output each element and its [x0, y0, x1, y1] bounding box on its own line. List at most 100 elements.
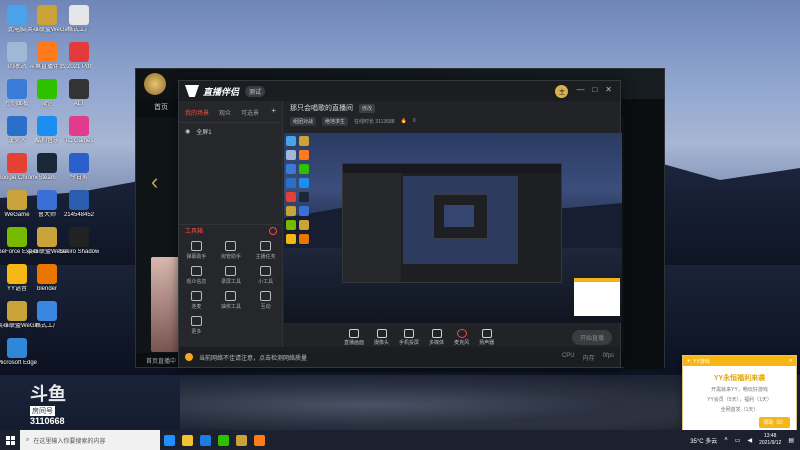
game-chip[interactable]: 绝地求生: [322, 116, 349, 126]
tab-audience[interactable]: 观众: [219, 108, 231, 117]
source-control-button[interactable]: 摄像头: [374, 328, 389, 346]
status-text[interactable]: 当前网络不佳请注意，点击检测网络质量: [199, 353, 307, 362]
category-chip[interactable]: 组团对战: [290, 116, 317, 126]
desktop-icons-column-3: 格式工厂 2021 Pdf ALT TC Games 今日剪 214548452 Sekir…: [59, 5, 99, 256]
chevron-left-icon[interactable]: ‹: [151, 169, 158, 195]
add-scene-icon[interactable]: +: [271, 107, 276, 117]
taskbar-app[interactable]: [250, 430, 268, 450]
notification-center-icon[interactable]: ▤: [788, 437, 794, 444]
start-live-button[interactable]: 开始直播: [571, 329, 612, 345]
yy-icon: [7, 264, 27, 284]
yy-notification-popup[interactable]: ● YY游戏 ✕ YY永恒福利来袭 开黑就来YY，畅玩好游戏 YY会员（5天），…: [682, 355, 797, 435]
desktop-icon[interactable]: 214548452: [62, 190, 96, 219]
lol-icon: [37, 227, 57, 247]
close-icon[interactable]: ✕: [789, 358, 796, 364]
network-icon[interactable]: ▭: [735, 437, 741, 444]
desktop-icon[interactable]: 格式工厂: [62, 5, 96, 34]
desktop-icon[interactable]: WeGame: [0, 190, 34, 219]
tool-item[interactable]: 录屏工具: [214, 266, 249, 285]
taskbar-app[interactable]: [232, 430, 250, 450]
desktop-icon[interactable]: 逢火人: [0, 116, 34, 145]
tool-item[interactable]: 房管助手: [214, 241, 249, 260]
fps-label: 0fps: [602, 352, 614, 359]
app-logo: 直播伴侣: [185, 85, 239, 98]
start-button[interactable]: [0, 435, 20, 445]
volume-icon[interactable]: ◀: [747, 437, 752, 444]
desktop-icon[interactable]: ALT: [62, 79, 96, 108]
stream-preview[interactable]: [284, 133, 622, 323]
toolbox-header: 工具箱: [179, 224, 283, 236]
desktop-icon[interactable]: 控制面板: [0, 79, 34, 108]
source-control-button[interactable]: 直播画面: [344, 328, 364, 346]
minimize-button[interactable]: —: [576, 85, 584, 98]
desktop-icon[interactable]: 格式工厂: [30, 301, 64, 330]
close-button[interactable]: ✕: [605, 85, 612, 98]
desktop-icon[interactable]: 鲁大师: [30, 190, 64, 219]
tool-icon: [190, 291, 202, 301]
avatar[interactable]: 主: [555, 84, 569, 98]
toolbox-toggle-icon[interactable]: [269, 226, 277, 235]
desktop-icon[interactable]: 斗鱼直播伴侣: [29, 42, 65, 71]
window-controls: 主 — □ ✕: [555, 84, 620, 98]
tool-item[interactable]: 弹幕助手: [179, 241, 214, 260]
tool-item[interactable]: 连麦: [179, 291, 214, 310]
tool-item[interactable]: 抽奖工具: [214, 291, 249, 310]
source-control-button[interactable]: 麦克风: [454, 328, 469, 346]
tool-item[interactable]: 主播任务: [248, 241, 283, 260]
windows-logo-icon: [5, 435, 15, 445]
watermark-room-number: 3110668: [30, 416, 65, 426]
wegame-icon: [7, 190, 27, 210]
tool-item[interactable]: 观众信息: [179, 266, 214, 285]
source-control-button[interactable]: 手机投屏: [399, 328, 419, 346]
maximize-button[interactable]: □: [592, 85, 597, 98]
tool-icon: [225, 241, 237, 251]
taskbar-app[interactable]: [214, 430, 232, 450]
desktop-icon[interactable]: blender: [30, 264, 64, 293]
clock[interactable]: 13:48 2021/9/12: [759, 433, 781, 447]
lol-icon: [235, 434, 247, 446]
taskbar-search[interactable]: ⌕ 在这里输入你要搜索的内容: [20, 430, 160, 450]
taskbar-app[interactable]: [196, 430, 214, 450]
tab-optional[interactable]: 可选景: [241, 108, 259, 117]
weather-text[interactable]: 35°C 多云: [690, 436, 717, 445]
chevron-up-icon[interactable]: ˄: [724, 437, 728, 443]
control-panel-icon: [7, 79, 27, 99]
taskbar-app[interactable]: [178, 430, 196, 450]
edit-title-button[interactable]: 修改: [359, 103, 376, 113]
room-title: 那只会唱歌的直播间: [290, 105, 353, 112]
live-assistant-window[interactable]: 直播伴侣 测试 主 — □ ✕ 我的场景 观众 可选景 + ◉ 全屏1 工具箱 …: [178, 80, 622, 368]
eye-icon[interactable]: ◉: [185, 128, 190, 135]
source-control-button[interactable]: 扬声器: [479, 328, 494, 346]
desktop-icon[interactable]: 酷狗音乐: [30, 116, 64, 145]
desktop-icon[interactable]: 今日剪: [62, 153, 96, 182]
desktop-icon[interactable]: 英雄联盟WeGame版: [0, 301, 37, 330]
desktop-icon[interactable]: 2021 Pdf: [62, 42, 96, 71]
desktop-icon[interactable]: 英雄联盟WeGame版: [27, 5, 67, 34]
tool-item[interactable]: 更多: [179, 316, 214, 335]
desktop-icon[interactable]: Sekiro Shadows: [59, 227, 99, 256]
desktop-icon[interactable]: 微信: [30, 79, 64, 108]
source-control-button[interactable]: 多媒体: [429, 328, 444, 346]
clock-date: 2021/9/12: [759, 440, 782, 446]
desktop-icon[interactable]: TC Games: [62, 116, 96, 145]
scene-item[interactable]: ◉ 全屏1: [179, 123, 282, 140]
tab-my-scenes[interactable]: 我的场景: [185, 108, 209, 117]
tool-item[interactable]: 小工具: [248, 266, 283, 285]
taskbar-app[interactable]: [160, 430, 178, 450]
desktop-icon[interactable]: Steam: [30, 153, 64, 182]
desktop-icon[interactable]: Microsoft Edge: [0, 338, 37, 367]
game-nav-home[interactable]: 首页: [154, 99, 168, 117]
desktop-icon[interactable]: YY语音: [0, 264, 34, 293]
tool-label: 观众信息: [186, 279, 207, 285]
room-info-row: 组团对战 绝地求生 在线时长 3113688 🔥 0: [284, 115, 620, 127]
desktop-icon[interactable]: Google Chrome: [0, 153, 37, 182]
claim-button[interactable]: 领取（5）: [759, 417, 790, 428]
chrome-icon: [7, 153, 27, 173]
desktop-icon-label: TC Games: [64, 138, 94, 144]
desktop-icon-label: 此电脑: [7, 27, 26, 33]
tool-icon: [225, 291, 237, 301]
desktop-icon-label: YY语音: [6, 286, 27, 292]
notification-line-2: YY会员（5天），福利（1天）: [707, 397, 772, 403]
tool-item[interactable]: 互动: [248, 291, 283, 310]
notification-header: ● YY游戏 ✕: [683, 356, 796, 366]
